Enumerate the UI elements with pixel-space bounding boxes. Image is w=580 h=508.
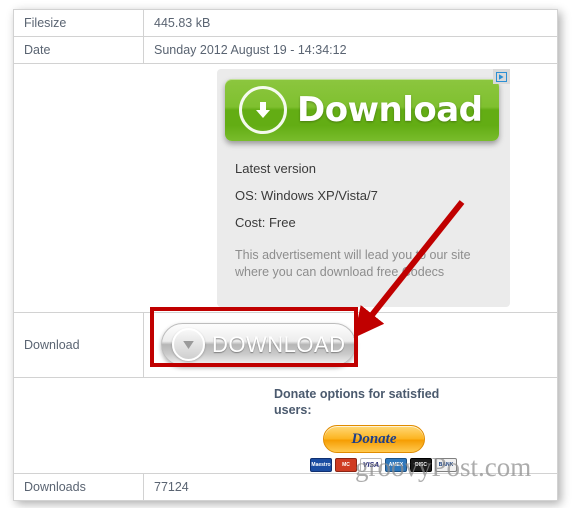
bank-card-icon: BANK <box>435 458 457 472</box>
date-value: Sunday 2012 August 19 - 14:34:12 <box>154 43 347 57</box>
discover-card-icon: DISC <box>410 458 432 472</box>
table-row: Date Sunday 2012 August 19 - 14:34:12 <box>14 37 557 64</box>
date-label: Date <box>14 37 144 63</box>
maestro-card-icon: Maestro <box>310 458 332 472</box>
filesize-label: Filesize <box>14 10 144 36</box>
donate-row: Donate options for satisfied users: Dona… <box>14 378 557 474</box>
advertisement-row: Download Latest version OS: Windows XP/V… <box>14 64 557 313</box>
downloads-value: 77124 <box>154 480 189 494</box>
donate-heading: Donate options for satisfied users: <box>274 387 440 417</box>
adchoices-triangle-icon[interactable] <box>493 69 510 84</box>
ad-line-cost: Cost: Free <box>235 215 296 230</box>
donate-button-label: Donate <box>351 430 397 447</box>
screenshot-root: Filesize 445.83 kB Date Sunday 2012 Augu… <box>0 0 580 508</box>
amex-card-icon: AMEX <box>385 458 407 472</box>
table-row: Filesize 445.83 kB <box>14 10 557 37</box>
download-button[interactable]: DOWNLOAD <box>161 323 356 366</box>
advertisement-disclaimer: This advertisement will lead you to our … <box>235 248 471 279</box>
advertisement-banner[interactable]: Download Latest version OS: Windows XP/V… <box>217 69 510 307</box>
visa-card-icon: VISA <box>360 458 382 472</box>
downloads-label: Downloads <box>14 474 144 500</box>
ad-line-os: OS: Windows XP/Vista/7 <box>235 188 378 203</box>
ad-download-button-label: Download <box>297 90 483 130</box>
file-details-table: Filesize 445.83 kB Date Sunday 2012 Augu… <box>13 9 558 501</box>
donate-button[interactable]: Donate <box>323 425 425 453</box>
payment-card-icons: Maestro MC VISA AMEX DISC BANK <box>310 458 457 472</box>
download-row: Download DOWNLOAD <box>14 313 557 378</box>
download-circle-arrow-icon <box>172 328 205 361</box>
download-button-label: DOWNLOAD <box>212 331 346 357</box>
ad-download-button[interactable]: Download <box>225 79 499 141</box>
mastercard-card-icon: MC <box>335 458 357 472</box>
download-circle-arrow-icon <box>239 86 287 134</box>
ad-line-version: Latest version <box>235 161 316 176</box>
filesize-value: 445.83 kB <box>154 16 211 30</box>
download-row-label: Download <box>14 313 144 377</box>
advertisement-details: Latest version OS: Windows XP/Vista/7 Co… <box>235 161 495 242</box>
table-row: Downloads 77124 <box>14 474 557 500</box>
download-row-value: DOWNLOAD <box>144 313 557 377</box>
